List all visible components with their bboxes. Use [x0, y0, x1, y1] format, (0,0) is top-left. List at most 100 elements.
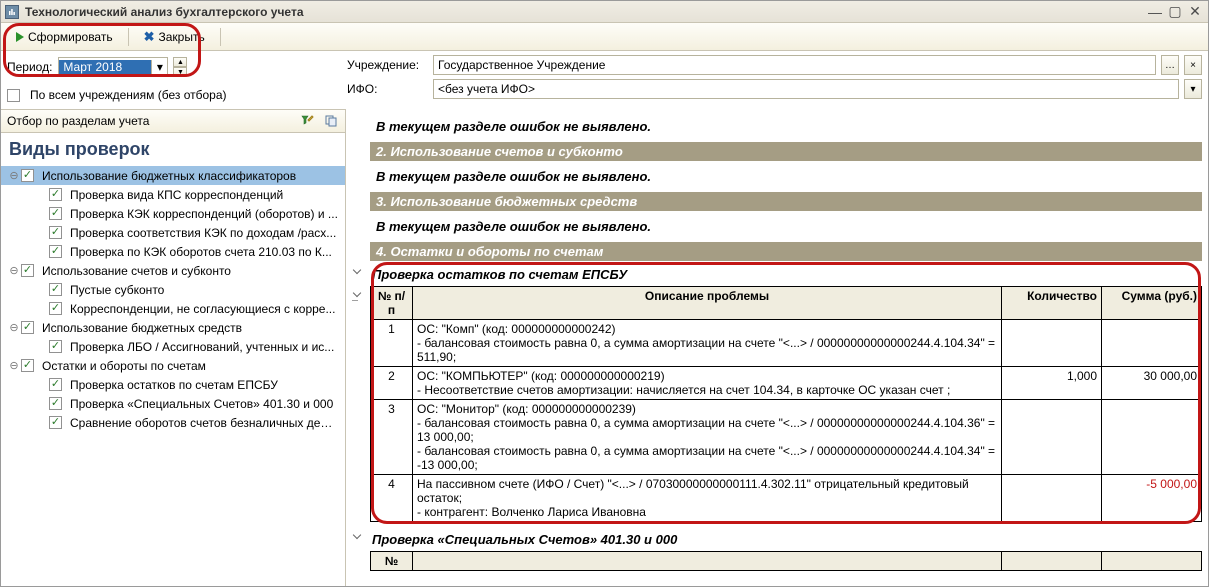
th-qty [1002, 552, 1102, 571]
tree-label: Проверка ЛБО / Ассигнований, учтенных и … [70, 340, 334, 354]
period-spin-down[interactable]: ▼ [173, 67, 187, 77]
tree-checkbox[interactable] [21, 264, 34, 277]
maximize-button[interactable]: ▢ [1166, 4, 1184, 20]
table-header-row: № п/п Описание проблемы Количество Сумма… [371, 287, 1202, 320]
form-button[interactable]: Сформировать [7, 26, 122, 48]
cell-number: 1 [371, 320, 413, 367]
tree-label: Использование бюджетных средств [42, 321, 242, 335]
tree-node[interactable]: Сравнение оборотов счетов безналичных де… [1, 413, 345, 432]
collapse-toggle[interactable] [352, 531, 362, 541]
tree-node[interactable]: Проверка соответствия КЭК по доходам /ра… [1, 223, 345, 242]
tree-checkbox[interactable] [49, 245, 62, 258]
collapse-toggle[interactable] [352, 289, 362, 299]
th-number: № [371, 552, 413, 571]
close-x-icon: ✖ [144, 29, 155, 45]
tree-label: Сравнение оборотов счетов безналичных де… [70, 416, 339, 430]
table-row[interactable]: 4На пассивном счете (ИФО / Счет) "<...> … [371, 475, 1202, 522]
tree-collapse-icon[interactable]: ⊖ [7, 169, 21, 182]
cell-sum [1102, 320, 1202, 367]
tree-label: Проверка по КЭК оборотов счета 210.03 по… [70, 245, 332, 259]
period-spin-up[interactable]: ▲ [173, 57, 187, 67]
tree-checkbox[interactable] [49, 378, 62, 391]
tree-checkbox[interactable] [49, 207, 62, 220]
tree-label: Остатки и обороты по счетам [42, 359, 206, 373]
tree-collapse-icon[interactable]: ⊖ [7, 359, 21, 372]
checks-tree: ⊖ Использование бюджетных классификаторов… [1, 166, 345, 586]
tree-label: Использование бюджетных классификаторов [42, 169, 296, 183]
report-panel[interactable]: В текущем разделе ошибок не выявлено. 2.… [346, 109, 1208, 586]
body: Отбор по разделам учета Виды проверок ⊖И… [1, 109, 1208, 586]
tree-node[interactable]: ⊖ Использование бюджетных средств [1, 318, 345, 337]
tree-checkbox[interactable] [49, 397, 62, 410]
tree-checkbox[interactable] [49, 283, 62, 296]
tree-checkbox[interactable] [49, 188, 62, 201]
cell-qty: 1,000 [1002, 367, 1102, 400]
period-dropdown-button[interactable]: ▾ [151, 60, 167, 74]
org-pick-button[interactable]: … [1161, 55, 1179, 75]
cell-qty [1002, 475, 1102, 522]
tree-collapse-icon[interactable]: ⊖ [7, 264, 21, 277]
tree-checkbox[interactable] [21, 169, 34, 182]
cell-number: 2 [371, 367, 413, 400]
tree-node[interactable]: Проверка ЛБО / Ассигнований, учтенных и … [1, 337, 345, 356]
tree-node[interactable]: Проверка КЭК корреспонденций (оборотов) … [1, 204, 345, 223]
play-icon [16, 32, 24, 42]
tree-node[interactable]: Проверка «Специальных Счетов» 401.30 и 0… [1, 394, 345, 413]
table-header-row: № [371, 552, 1202, 571]
tree-node[interactable]: Проверка по КЭК оборотов счета 210.03 по… [1, 242, 345, 261]
th-qty: Количество [1002, 287, 1102, 320]
org-clear-button[interactable]: × [1184, 55, 1202, 75]
th-desc: Описание проблемы [413, 287, 1002, 320]
tree-label: Проверка соответствия КЭК по доходам /ра… [70, 226, 336, 240]
tree-checkbox[interactable] [49, 226, 62, 239]
tree-node[interactable]: ⊖ Использование бюджетных классификаторов [1, 166, 345, 185]
toolbar-separator [220, 28, 221, 46]
cell-number: 3 [371, 400, 413, 475]
tree-label: Пустые субконто [70, 283, 164, 297]
tree-collapse-icon[interactable]: ⊖ [7, 321, 21, 334]
no-errors-text: В текущем разделе ошибок не выявлено. [370, 213, 1202, 240]
left-heading: Виды проверок [9, 139, 337, 160]
cell-qty [1002, 320, 1102, 367]
filters-panel: Период: Март 2018 ▾ ▲ ▼ По всем учрежден… [1, 51, 1208, 109]
org-value: Государственное Учреждение [438, 58, 605, 72]
ifo-field[interactable]: <без учета ИФО> [433, 79, 1179, 99]
tree-node[interactable]: Пустые субконто [1, 280, 345, 299]
collapse-toggle[interactable] [352, 266, 362, 276]
cell-desc: ОС: "КОМПЬЮТЕР" (код: 000000000000219) -… [413, 367, 1002, 400]
table-row[interactable]: 2ОС: "КОМПЬЮТЕР" (код: 000000000000219) … [371, 367, 1202, 400]
all-orgs-checkbox[interactable] [7, 89, 20, 102]
tree-node[interactable]: Корреспонденции, не согласующиеся с корр… [1, 299, 345, 318]
period-input[interactable]: Март 2018 ▾ [58, 57, 168, 77]
check-title-2: Проверка «Специальных Счетов» 401.30 и 0… [370, 528, 1202, 551]
table-row[interactable]: 1ОС: "Комп" (код: 000000000000242) - бал… [371, 320, 1202, 367]
cell-number: 4 [371, 475, 413, 522]
cell-sum: -5 000,00 [1102, 475, 1202, 522]
tree-node[interactable]: Проверка остатков по счетам ЕПСБУ [1, 375, 345, 394]
tree-label: Проверка «Специальных Счетов» 401.30 и 0… [70, 397, 333, 411]
table-row[interactable]: 3ОС: "Монитор" (код: 000000000000239) - … [371, 400, 1202, 475]
tree-node[interactable]: Проверка вида КПС корреспонденций [1, 185, 345, 204]
minimize-button[interactable]: — [1146, 4, 1164, 20]
tree-node[interactable]: ⊖ Использование счетов и субконто [1, 261, 345, 280]
copy-icon[interactable] [323, 113, 339, 129]
cell-desc: На пассивном счете (ИФО / Счет) "<...> /… [413, 475, 1002, 522]
tree-checkbox[interactable] [21, 359, 34, 372]
close-window-button[interactable]: ✕ [1186, 4, 1204, 20]
tree-label: Использование счетов и субконто [42, 264, 231, 278]
tree-node[interactable]: ⊖ Остатки и обороты по счетам [1, 356, 345, 375]
cell-sum: 30 000,00 [1102, 367, 1202, 400]
section-title-4: 4. Остатки и обороты по счетам [370, 242, 1202, 261]
form-button-label: Сформировать [28, 30, 113, 44]
tree-checkbox[interactable] [21, 321, 34, 334]
section-title-3: 3. Использование бюджетных средств [370, 192, 1202, 211]
close-button[interactable]: ✖ Закрыть [135, 26, 214, 48]
toolbar: Сформировать ✖ Закрыть [1, 23, 1208, 51]
window-title: Технологический анализ бухгалтерского уч… [25, 5, 1146, 19]
tree-checkbox[interactable] [49, 416, 62, 429]
filter-edit-icon[interactable] [299, 113, 315, 129]
ifo-dropdown-button[interactable]: ▾ [1184, 79, 1202, 99]
org-field[interactable]: Государственное Учреждение [433, 55, 1156, 75]
tree-checkbox[interactable] [49, 340, 62, 353]
tree-checkbox[interactable] [49, 302, 62, 315]
